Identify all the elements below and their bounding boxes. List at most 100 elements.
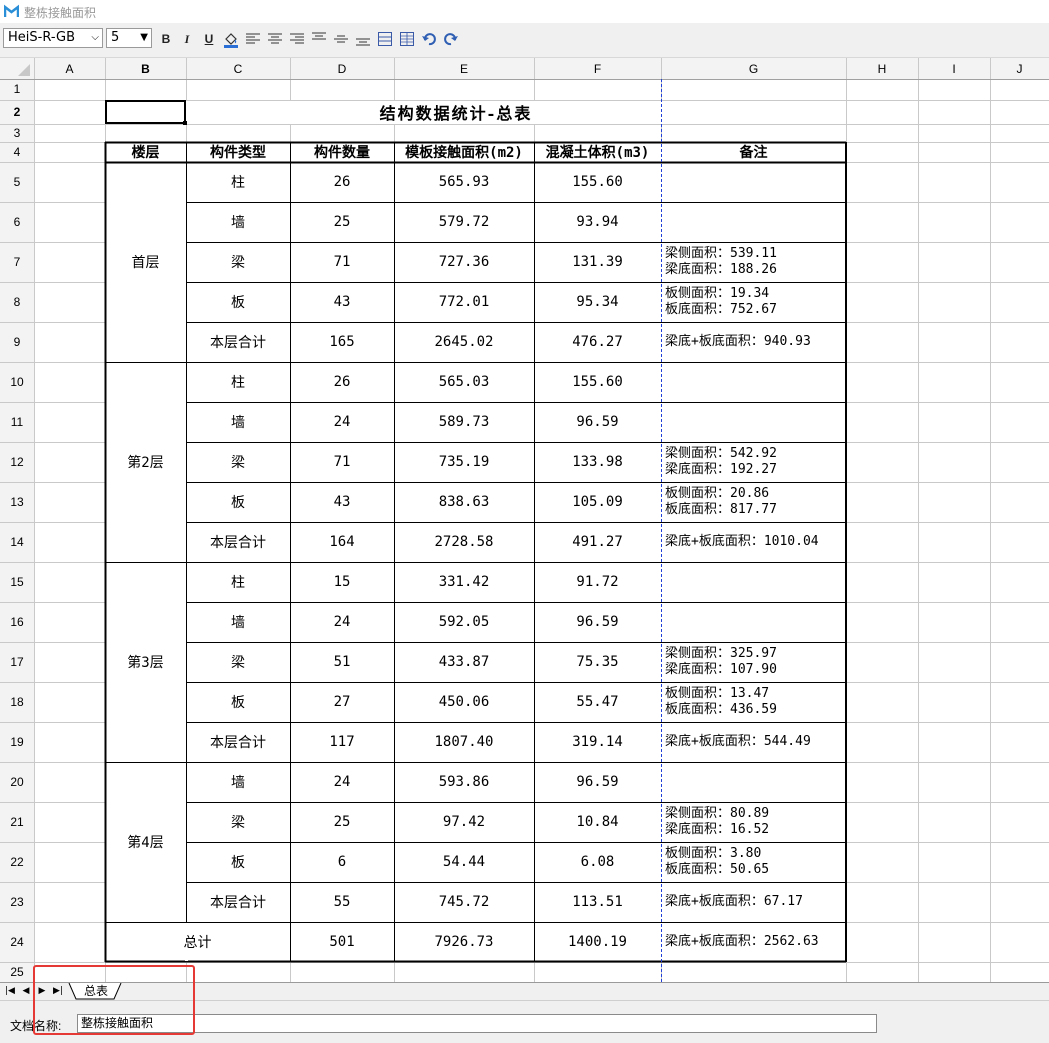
component-type[interactable]: 梁 [186,242,290,282]
row-header-10[interactable]: 10 [0,362,34,402]
column-header-E[interactable]: E [394,62,534,76]
component-type[interactable]: 本层合计 [186,322,290,362]
column-header-G[interactable]: G [661,62,846,76]
borders-icon[interactable] [398,30,416,48]
doc-name-field[interactable]: 整栋接触面积 [77,1014,877,1033]
column-header-H[interactable]: H [846,62,918,76]
sheet-tab-summary[interactable]: 总表 [74,983,118,999]
concrete-volume[interactable]: 95.34 [534,282,661,322]
component-count[interactable]: 26 [290,362,394,402]
font-name-select[interactable]: HeiS-R-GB ⌵ [3,28,103,48]
formwork-area[interactable]: 1807.40 [394,722,534,762]
align-center-icon[interactable] [266,30,284,48]
concrete-volume[interactable]: 319.14 [534,722,661,762]
row-header-7[interactable]: 7 [0,242,34,282]
component-count[interactable]: 71 [290,442,394,482]
component-count[interactable]: 25 [290,802,394,842]
row-header-23[interactable]: 23 [0,882,34,922]
row-header-18[interactable]: 18 [0,682,34,722]
column-header-F[interactable]: F [534,62,661,76]
component-type[interactable]: 梁 [186,642,290,682]
bold-button[interactable]: B [157,30,175,48]
row-header-6[interactable]: 6 [0,202,34,242]
component-type[interactable]: 板 [186,682,290,722]
floor-name[interactable]: 第2层 [105,362,186,562]
remark-cell[interactable]: 梁底+板底面积：1010.04 [661,534,819,550]
row-header-9[interactable]: 9 [0,322,34,362]
component-type[interactable]: 板 [186,842,290,882]
component-count[interactable]: 55 [290,882,394,922]
formwork-area[interactable]: 433.87 [394,642,534,682]
component-count[interactable]: 43 [290,482,394,522]
last-sheet-icon[interactable]: ▶| [50,984,66,998]
concrete-volume[interactable]: 91.72 [534,562,661,602]
remark-cell[interactable]: 梁侧面积：542.92 梁底面积：192.27 [661,446,777,478]
spreadsheet-grid[interactable]: A B C D E F G H I J 1 2 3 4 5 6 7 8 9 10 11 12 13 14 15 16 17 18 19 2… [0,58,1049,982]
formwork-area[interactable]: 838.63 [394,482,534,522]
component-type[interactable]: 本层合计 [186,882,290,922]
row-header-25[interactable]: 25 [0,962,34,982]
component-type[interactable]: 梁 [186,442,290,482]
row-header-12[interactable]: 12 [0,442,34,482]
remark-cell[interactable]: 板侧面积：3.80 板底面积：50.65 [661,846,769,878]
formwork-area[interactable]: 579.72 [394,202,534,242]
column-header-C[interactable]: C [186,62,290,76]
column-header-A[interactable]: A [34,62,105,76]
concrete-volume[interactable]: 491.27 [534,522,661,562]
remark-cell[interactable]: 板侧面积：20.86 板底面积：817.77 [661,486,777,518]
row-header-15[interactable]: 15 [0,562,34,602]
concrete-volume[interactable]: 96.59 [534,762,661,802]
row-header-8[interactable]: 8 [0,282,34,322]
concrete-volume[interactable]: 133.98 [534,442,661,482]
remark-cell[interactable]: 板侧面积：13.47 板底面积：436.59 [661,686,777,718]
row-header-4[interactable]: 4 [0,142,34,162]
concrete-volume[interactable]: 113.51 [534,882,661,922]
row-header-5[interactable]: 5 [0,162,34,202]
formwork-area[interactable]: 727.36 [394,242,534,282]
remark-cell[interactable]: 梁侧面积：539.11 梁底面积：188.26 [661,246,777,278]
align-bottom-icon[interactable] [354,30,372,48]
formwork-area[interactable]: 565.93 [394,162,534,202]
component-count[interactable]: 24 [290,762,394,802]
total-volume[interactable]: 1400.19 [534,922,661,962]
remark-cell[interactable]: 梁底+板底面积：940.93 [661,334,811,350]
component-type[interactable]: 本层合计 [186,522,290,562]
formwork-area[interactable]: 593.86 [394,762,534,802]
concrete-volume[interactable]: 155.60 [534,162,661,202]
fill-color-button[interactable] [222,30,240,48]
font-size-select[interactable]: 5 ▼ [106,28,152,48]
total-area[interactable]: 7926.73 [394,922,534,962]
total-label[interactable]: 总计 [105,922,290,962]
column-header-D[interactable]: D [290,62,394,76]
align-top-icon[interactable] [310,30,328,48]
row-header-24[interactable]: 24 [0,922,34,962]
row-header-3[interactable]: 3 [0,124,34,142]
formwork-area[interactable]: 331.42 [394,562,534,602]
component-count[interactable]: 26 [290,162,394,202]
formwork-area[interactable]: 592.05 [394,602,534,642]
component-type[interactable]: 梁 [186,802,290,842]
table-header[interactable]: 楼层 [105,142,186,162]
row-header-14[interactable]: 14 [0,522,34,562]
component-type[interactable]: 墙 [186,202,290,242]
formwork-area[interactable]: 2645.02 [394,322,534,362]
formwork-area[interactable]: 54.44 [394,842,534,882]
remark-cell[interactable]: 梁侧面积：80.89 梁底面积：16.52 [661,806,769,838]
table-header[interactable]: 混凝土体积(m3) [534,142,661,162]
component-type[interactable]: 柱 [186,562,290,602]
concrete-volume[interactable]: 105.09 [534,482,661,522]
table-header[interactable]: 模板接触面积(m2) [394,142,534,162]
align-middle-icon[interactable] [332,30,350,48]
concrete-volume[interactable]: 55.47 [534,682,661,722]
concrete-volume[interactable]: 93.94 [534,202,661,242]
floor-name[interactable]: 第4层 [105,762,186,922]
component-count[interactable]: 6 [290,842,394,882]
component-type[interactable]: 柱 [186,362,290,402]
floor-name[interactable]: 首层 [105,162,186,362]
formwork-area[interactable]: 589.73 [394,402,534,442]
component-type[interactable]: 板 [186,482,290,522]
row-header-20[interactable]: 20 [0,762,34,802]
formwork-area[interactable]: 735.19 [394,442,534,482]
concrete-volume[interactable]: 10.84 [534,802,661,842]
table-header[interactable]: 备注 [661,142,846,162]
